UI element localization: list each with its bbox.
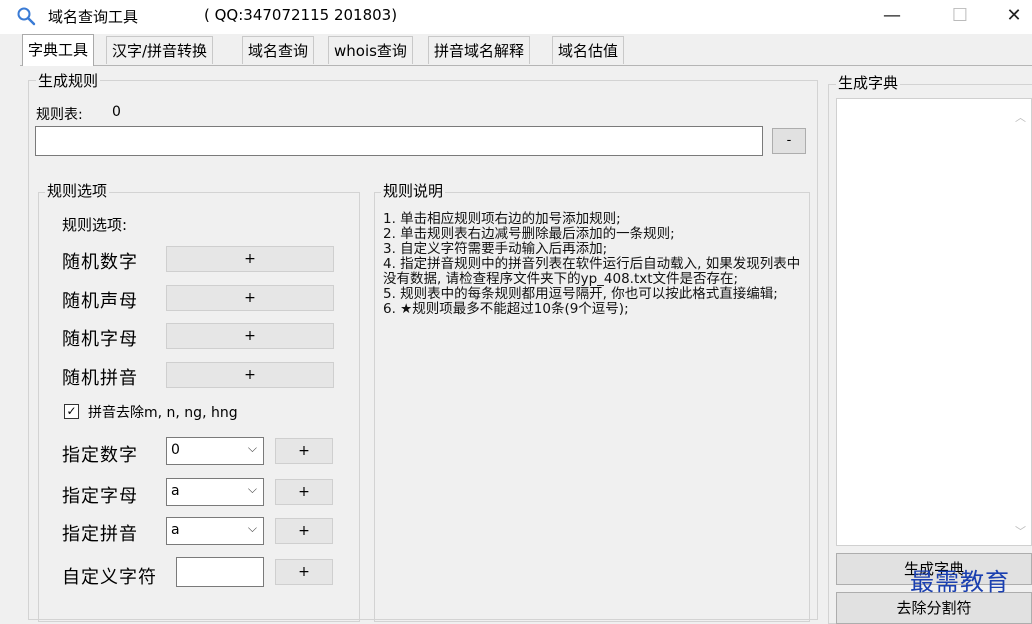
rule-count-value: 0 (112, 104, 121, 120)
remove-rule-button[interactable]: - (772, 128, 806, 154)
note-line: 1. 单击相应规则项右边的加号添加规则; (383, 211, 621, 227)
notes-text: 1. 单击相应规则项右边的加号添加规则; 2. 单击规则表右边减号删除最后添加的… (383, 212, 803, 317)
maximize-button[interactable]: ☐ (940, 3, 980, 29)
minimize-button[interactable]: — (872, 3, 912, 29)
remove-nasal-checkbox[interactable]: ✓ (64, 404, 79, 419)
tab-hanzi-pinyin[interactable]: 汉字/拼音转换 (106, 36, 214, 64)
specified-number-label: 指定数字 (62, 445, 138, 466)
custom-char-input[interactable] (176, 557, 264, 587)
window-title: 域名查询工具 (48, 8, 139, 26)
chevron-down-icon: ⌵ (247, 482, 257, 496)
random-initial-label: 随机声母 (62, 291, 138, 312)
watermark: 最需教育 (910, 568, 1010, 596)
note-line: 3. 自定义字符需要手动输入后再添加; (383, 241, 608, 257)
note-line: 5. 规则表中的每条规则都用逗号隔开, 你也可以按此格式直接编辑; (383, 286, 778, 302)
note-line: 6. ★规则项最多不能超过10条(9个逗号); (383, 301, 629, 317)
add-random-letter-button[interactable]: + (166, 323, 334, 349)
add-specified-number-button[interactable]: + (275, 438, 333, 464)
specified-pinyin-label: 指定拼音 (62, 524, 138, 545)
add-custom-char-button[interactable]: + (275, 559, 333, 585)
specified-letter-select[interactable]: a ⌵ (166, 478, 264, 506)
tab-whois[interactable]: whois查询 (328, 36, 413, 64)
rule-table-input[interactable] (35, 126, 763, 156)
custom-char-label: 自定义字符 (62, 567, 157, 588)
notes-group-title: 规则说明 (381, 180, 446, 201)
random-pinyin-label: 随机拼音 (62, 368, 138, 389)
search-icon (17, 7, 36, 26)
options-group-title: 规则选项 (45, 180, 110, 201)
specified-pinyin-select[interactable]: a ⌵ (166, 517, 264, 545)
specified-letter-label: 指定字母 (62, 486, 138, 507)
random-number-label: 随机数字 (62, 252, 138, 273)
remove-nasal-label: 拼音去除m, n, ng, hng (88, 405, 238, 421)
random-letter-label: 随机字母 (62, 329, 138, 350)
window-subtitle: ( QQ:347072115 201803) (204, 6, 398, 24)
add-random-initial-button[interactable]: + (166, 285, 334, 311)
chevron-down-icon: ⌵ (247, 521, 257, 535)
tab-domain-query[interactable]: 域名查询 (242, 36, 315, 64)
rule-count-label: 规则表: (36, 107, 83, 123)
tab-divider (20, 65, 1032, 66)
scroll-down-icon[interactable]: ﹀ (1015, 523, 1026, 539)
options-header: 规则选项: (62, 216, 128, 234)
close-button[interactable]: ✕ (994, 3, 1032, 29)
tab-dictionary-tool[interactable]: 字典工具 (22, 34, 95, 66)
add-specified-letter-button[interactable]: + (275, 479, 333, 505)
scroll-up-icon[interactable]: ︿ (1015, 109, 1026, 125)
tab-pinyin-domain[interactable]: 拼音域名解释 (428, 36, 531, 64)
add-specified-pinyin-button[interactable]: + (275, 518, 333, 544)
note-line: 4. 指定拼音规则中的拼音列表在软件运行后自动载入, 如果发现列表中没有数据, … (383, 256, 801, 287)
specified-number-select[interactable]: 0 ⌵ (166, 437, 264, 465)
dictionary-group-title: 生成字典 (836, 72, 901, 93)
add-random-pinyin-button[interactable]: + (166, 362, 334, 388)
add-random-number-button[interactable]: + (166, 246, 334, 272)
chevron-down-icon: ⌵ (247, 441, 257, 455)
note-line: 2. 单击规则表右边减号删除最后添加的一条规则; (383, 226, 675, 242)
specified-letter-value: a (171, 483, 180, 499)
rules-group-title: 生成规则 (36, 70, 101, 91)
tab-domain-value[interactable]: 域名估值 (552, 36, 625, 64)
specified-pinyin-value: a (171, 522, 180, 538)
dictionary-list[interactable]: ︿ ﹀ (836, 98, 1032, 546)
specified-number-value: 0 (171, 442, 180, 458)
